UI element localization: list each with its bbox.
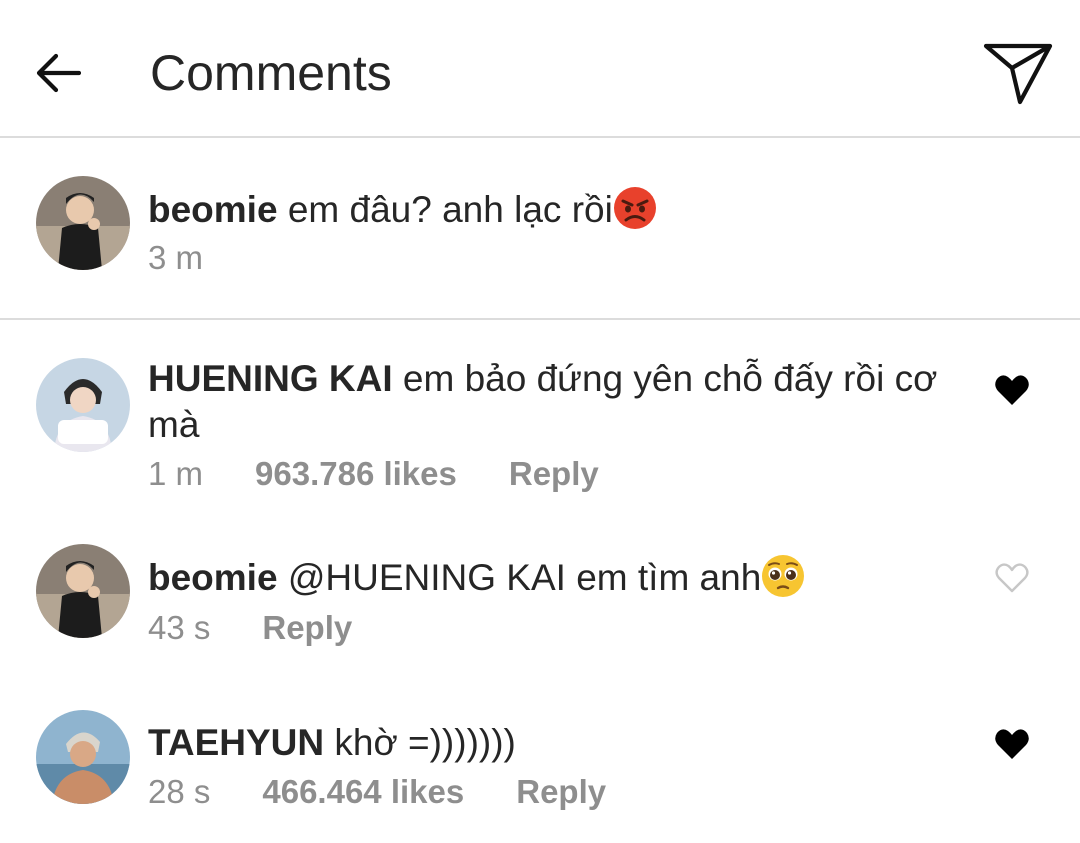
comment-text: TAEHYUN khờ =))))))): [148, 720, 938, 766]
comment-body: em đâu? anh lạc rồi: [287, 189, 613, 230]
avatar[interactable]: [36, 544, 130, 638]
share-button[interactable]: [982, 40, 1054, 106]
caption-comment: beomie em đâu? anh lạc rồi 3 m: [0, 140, 1080, 320]
reply-button[interactable]: Reply: [509, 454, 599, 494]
comment-username[interactable]: TAEHYUN: [148, 722, 324, 763]
heart-outline-icon[interactable]: [994, 562, 1030, 594]
comment-meta: 43 s Reply: [148, 608, 352, 648]
paper-plane-icon: [983, 43, 1053, 105]
heart-filled-icon[interactable]: [994, 374, 1030, 406]
comment-likes[interactable]: 963.786 likes: [255, 454, 457, 494]
back-button[interactable]: [30, 45, 86, 101]
comment-meta: 3 m: [148, 238, 255, 278]
heart-filled-icon[interactable]: [994, 728, 1030, 760]
comment-likes[interactable]: 466.464 likes: [262, 772, 464, 812]
comment-time: 3 m: [148, 239, 204, 276]
comment-text: beomie @HUENING KAI em tìm anh: [148, 554, 938, 601]
arrow-left-icon: [36, 53, 81, 93]
pleading-face-emoji: [762, 555, 805, 597]
comment-username[interactable]: beomie: [148, 557, 278, 598]
avatar[interactable]: [36, 710, 130, 804]
comment-body: @HUENING KAI em tìm anh: [287, 557, 762, 598]
page-title: Comments: [150, 45, 392, 101]
top-app-bar: Comments: [0, 0, 1080, 138]
reply-button[interactable]: Reply: [262, 608, 352, 648]
comment-text: HUENING KAI em bảo đứng yên chỗ đấy rồi …: [148, 356, 948, 448]
comment-text: beomie em đâu? anh lạc rồi: [148, 186, 938, 233]
comment-body: khờ =))))))): [334, 722, 516, 763]
comment-meta: 1 m 963.786 likes Reply: [148, 454, 599, 494]
avatar[interactable]: [36, 176, 130, 270]
comment-time: 1 m: [148, 455, 204, 492]
comment-time: 43 s: [148, 609, 211, 646]
comment-username[interactable]: HUENING KAI: [148, 358, 393, 399]
reply-button[interactable]: Reply: [516, 772, 606, 812]
avatar[interactable]: [36, 358, 130, 452]
angry-face-emoji: [613, 187, 656, 229]
comment-username[interactable]: beomie: [148, 189, 278, 230]
comment-meta: 28 s 466.464 likes Reply: [148, 772, 606, 812]
comment-time: 28 s: [148, 773, 211, 810]
